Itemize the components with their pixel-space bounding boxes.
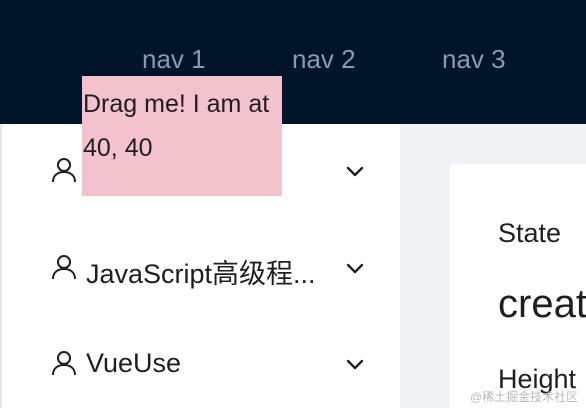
sidebar-item-javascript[interactable]: JavaScript高级程... (2, 237, 400, 297)
watermark: @稀土掘金技术社区 (470, 390, 579, 404)
nav-item-3[interactable]: nav 3 (442, 44, 506, 75)
chevron-down-icon (344, 353, 366, 375)
chevron-down-icon (344, 257, 366, 279)
card-title: State (498, 218, 562, 248)
sidebar-item-label: JavaScript高级程... (86, 259, 316, 289)
sidebar-item-label: VueUse (86, 348, 182, 378)
user-icon (50, 156, 78, 184)
draggable-box[interactable]: Drag me! I am at 40, 40 (82, 76, 282, 196)
user-icon (50, 253, 78, 281)
user-icon (50, 349, 78, 377)
state-value: creat (498, 282, 586, 326)
chevron-down-icon (344, 160, 366, 182)
sidebar-item-vueuse[interactable]: VueUse (2, 333, 400, 393)
nav-item-1[interactable]: nav 1 (142, 44, 206, 75)
nav-item-2[interactable]: nav 2 (292, 44, 356, 75)
state-card: State creat Height (450, 164, 586, 408)
